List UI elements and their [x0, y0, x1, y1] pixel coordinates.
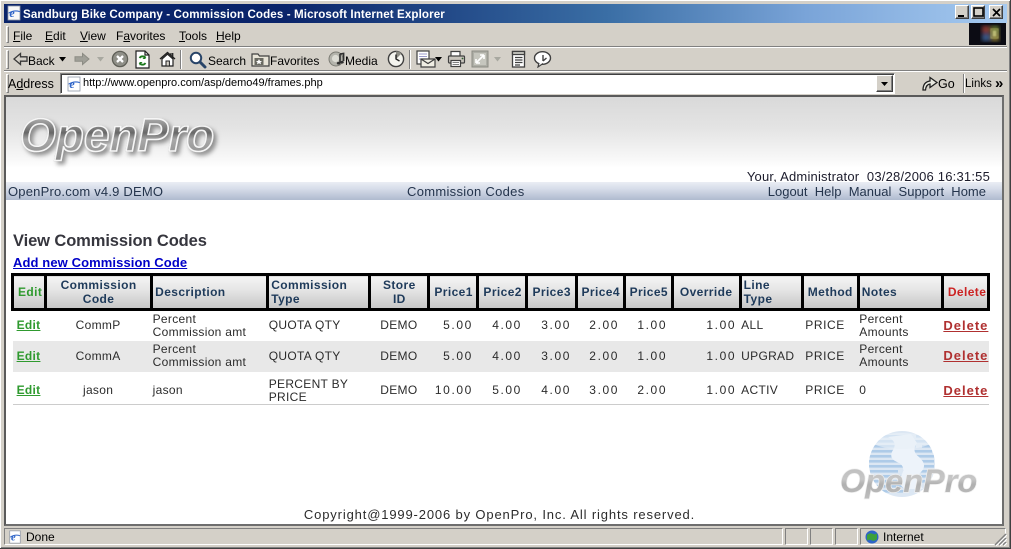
svg-text:e: e	[9, 6, 15, 20]
svg-text:e: e	[11, 533, 16, 544]
svg-text:OpenPro: OpenPro	[840, 463, 977, 499]
svg-text:e: e	[69, 77, 75, 91]
